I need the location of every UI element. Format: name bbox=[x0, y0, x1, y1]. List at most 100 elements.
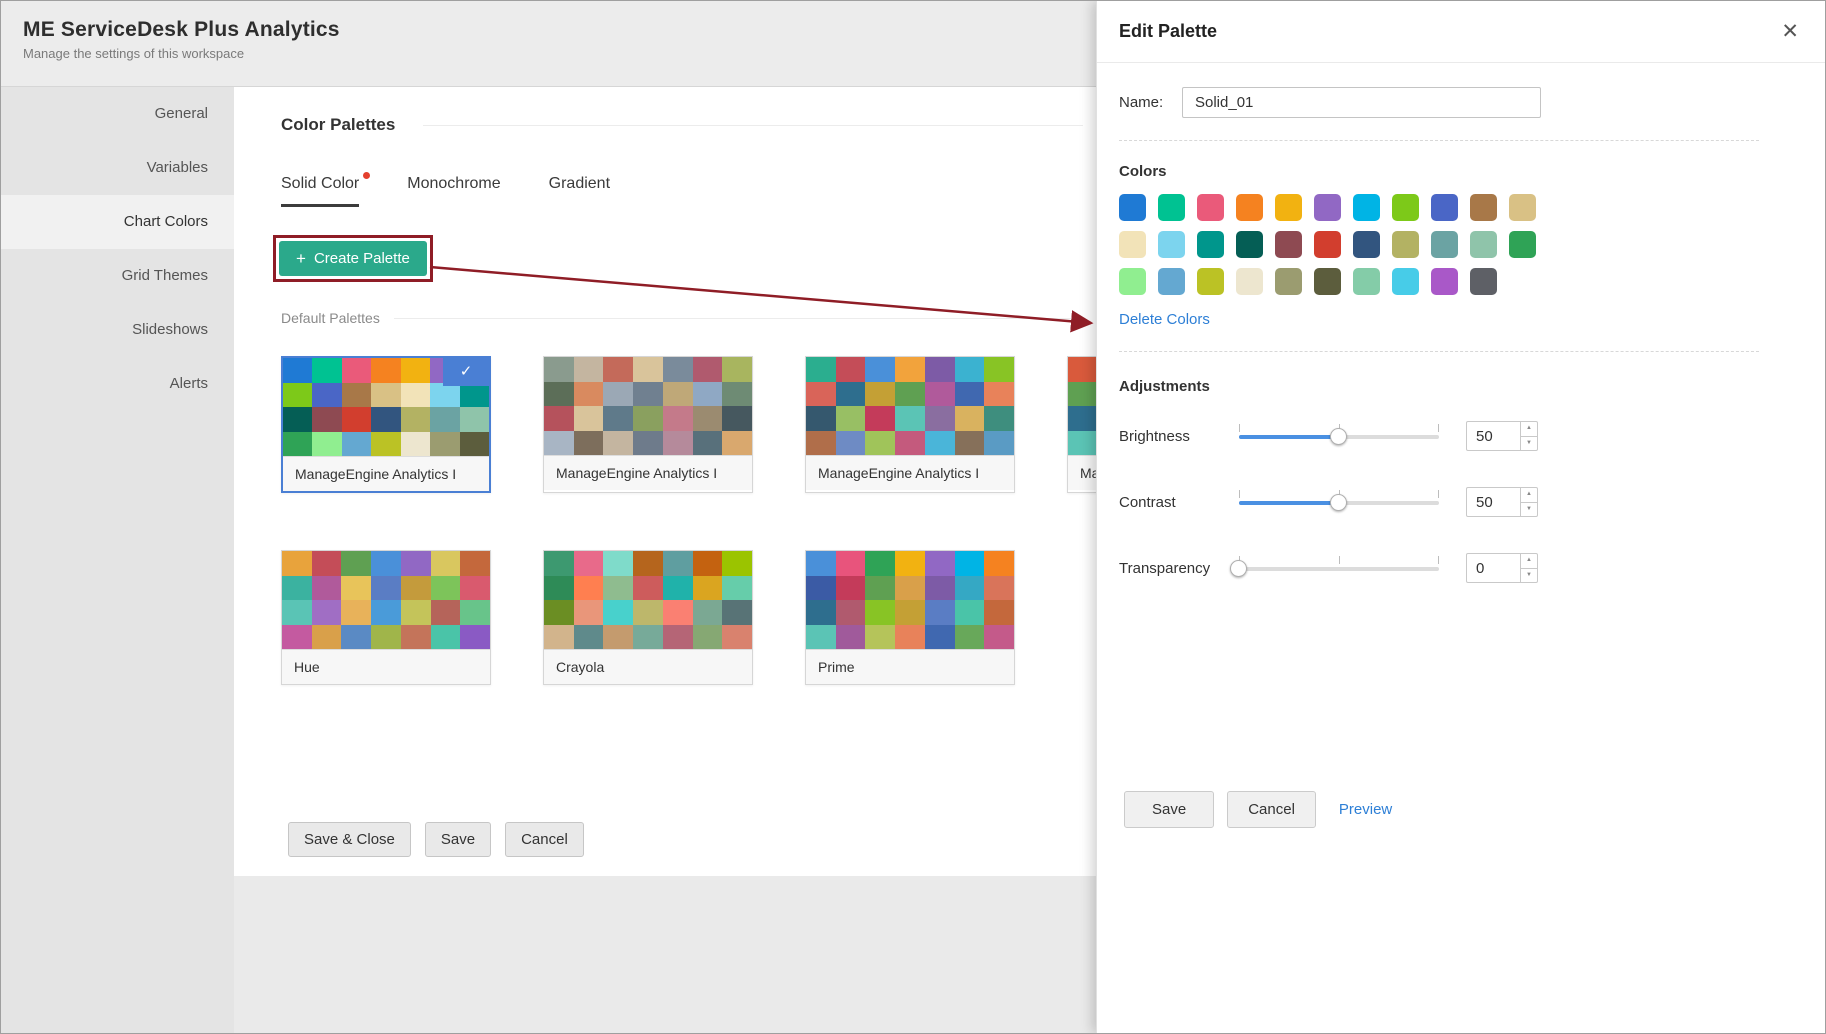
cancel-button[interactable]: Cancel bbox=[505, 822, 584, 857]
swatch bbox=[603, 576, 633, 601]
swatch bbox=[895, 625, 925, 650]
slider-tick bbox=[1239, 424, 1240, 432]
color-swatch[interactable] bbox=[1431, 231, 1458, 258]
color-swatch[interactable] bbox=[1353, 194, 1380, 221]
spinner-down-icon[interactable]: ▼ bbox=[1521, 503, 1537, 517]
swatch bbox=[895, 382, 925, 407]
swatch bbox=[895, 600, 925, 625]
create-palette-button[interactable]: + Create Palette bbox=[279, 241, 427, 276]
brightness-slider-thumb[interactable] bbox=[1330, 428, 1347, 445]
delete-colors-link[interactable]: Delete Colors bbox=[1119, 311, 1210, 328]
sidebar-item-slideshows[interactable]: Slideshows bbox=[1, 303, 234, 357]
close-icon[interactable]: ✕ bbox=[1781, 21, 1799, 42]
swatch bbox=[282, 576, 312, 601]
color-swatch[interactable] bbox=[1314, 194, 1341, 221]
spinner-down-icon[interactable]: ▼ bbox=[1521, 569, 1537, 583]
color-swatch[interactable] bbox=[1509, 194, 1536, 221]
palette-card-prime[interactable]: Prime bbox=[805, 550, 1015, 685]
swatch bbox=[603, 625, 633, 650]
sidebar-item-alerts[interactable]: Alerts bbox=[1, 357, 234, 411]
color-swatch[interactable] bbox=[1197, 268, 1224, 295]
swatch bbox=[865, 551, 895, 576]
color-swatch[interactable] bbox=[1275, 268, 1302, 295]
palette-card-hue[interactable]: Hue bbox=[281, 550, 491, 685]
swatch bbox=[312, 383, 341, 408]
palette-card-manageengine-analytics-i[interactable]: ManageEngine Analytics I bbox=[805, 356, 1015, 493]
swatch bbox=[693, 600, 723, 625]
create-palette-label: Create Palette bbox=[314, 250, 410, 267]
swatch bbox=[401, 407, 430, 432]
color-swatch[interactable] bbox=[1236, 268, 1263, 295]
transparency-slider-thumb[interactable] bbox=[1230, 560, 1247, 577]
color-swatch[interactable] bbox=[1119, 268, 1146, 295]
color-swatch[interactable] bbox=[1353, 231, 1380, 258]
transparency-slider[interactable] bbox=[1239, 559, 1439, 578]
swatch bbox=[633, 551, 663, 576]
tab-solid-color[interactable]: Solid Color bbox=[281, 175, 359, 207]
color-swatch[interactable] bbox=[1392, 231, 1419, 258]
swatch bbox=[633, 576, 663, 601]
plus-icon: + bbox=[296, 252, 306, 266]
panel-save-button[interactable]: Save bbox=[1124, 791, 1214, 828]
swatch bbox=[663, 357, 693, 382]
color-swatch[interactable] bbox=[1119, 194, 1146, 221]
palette-card-crayola[interactable]: Crayola bbox=[543, 550, 753, 685]
sidebar-item-grid-themes[interactable]: Grid Themes bbox=[1, 249, 234, 303]
color-swatch[interactable] bbox=[1275, 231, 1302, 258]
color-swatch[interactable] bbox=[1158, 268, 1185, 295]
color-swatch[interactable] bbox=[1119, 231, 1146, 258]
sidebar-item-general[interactable]: General bbox=[1, 87, 234, 141]
color-swatch[interactable] bbox=[1236, 231, 1263, 258]
palette-card-manageengine-analytics-i[interactable]: ManageEngine Analytics I bbox=[543, 356, 753, 493]
swatch bbox=[955, 625, 985, 650]
swatch bbox=[925, 551, 955, 576]
color-swatch[interactable] bbox=[1470, 268, 1497, 295]
color-swatch[interactable] bbox=[1431, 194, 1458, 221]
color-swatch[interactable] bbox=[1392, 268, 1419, 295]
spinner-up-icon[interactable]: ▲ bbox=[1521, 554, 1537, 569]
save-button[interactable]: Save bbox=[425, 822, 491, 857]
color-swatch[interactable] bbox=[1353, 268, 1380, 295]
brightness-slider[interactable] bbox=[1239, 427, 1439, 446]
swatch bbox=[895, 406, 925, 431]
swatch bbox=[460, 600, 490, 625]
swatch bbox=[693, 357, 723, 382]
swatch bbox=[430, 383, 459, 408]
panel-title: Edit Palette bbox=[1119, 21, 1217, 42]
palette-type-tabs: Solid Color Monochrome Gradient bbox=[281, 175, 1083, 207]
spinner-up-icon[interactable]: ▲ bbox=[1521, 422, 1537, 437]
contrast-slider-thumb[interactable] bbox=[1330, 494, 1347, 511]
swatch bbox=[955, 551, 985, 576]
color-swatch[interactable] bbox=[1314, 268, 1341, 295]
swatch bbox=[544, 625, 574, 650]
panel-cancel-button[interactable]: Cancel bbox=[1227, 791, 1316, 828]
spinner-up-icon[interactable]: ▲ bbox=[1521, 488, 1537, 503]
color-swatch[interactable] bbox=[1197, 231, 1224, 258]
color-swatch[interactable] bbox=[1431, 268, 1458, 295]
color-swatch[interactable] bbox=[1314, 231, 1341, 258]
swatch bbox=[806, 357, 836, 382]
color-swatch[interactable] bbox=[1470, 231, 1497, 258]
palette-card-manageengine-analytics-i[interactable]: ✓ManageEngine Analytics I bbox=[281, 356, 491, 493]
sidebar-item-variables[interactable]: Variables bbox=[1, 141, 234, 195]
color-swatch[interactable] bbox=[1197, 194, 1224, 221]
contrast-slider[interactable] bbox=[1239, 493, 1439, 512]
swatch bbox=[955, 382, 985, 407]
color-swatch[interactable] bbox=[1470, 194, 1497, 221]
color-swatch[interactable] bbox=[1158, 194, 1185, 221]
color-swatch[interactable] bbox=[1392, 194, 1419, 221]
sidebar-item-chart-colors[interactable]: Chart Colors bbox=[1, 195, 234, 249]
color-swatch[interactable] bbox=[1509, 231, 1536, 258]
swatch bbox=[663, 382, 693, 407]
palette-name-input[interactable] bbox=[1182, 87, 1541, 118]
spinner-down-icon[interactable]: ▼ bbox=[1521, 437, 1537, 451]
color-swatch[interactable] bbox=[1158, 231, 1185, 258]
tab-monochrome[interactable]: Monochrome bbox=[407, 175, 500, 207]
swatch bbox=[342, 358, 371, 383]
save-close-button[interactable]: Save & Close bbox=[288, 822, 411, 857]
tab-gradient[interactable]: Gradient bbox=[549, 175, 610, 207]
swatch bbox=[283, 407, 312, 432]
color-swatch[interactable] bbox=[1236, 194, 1263, 221]
preview-link[interactable]: Preview bbox=[1339, 801, 1392, 818]
color-swatch[interactable] bbox=[1275, 194, 1302, 221]
